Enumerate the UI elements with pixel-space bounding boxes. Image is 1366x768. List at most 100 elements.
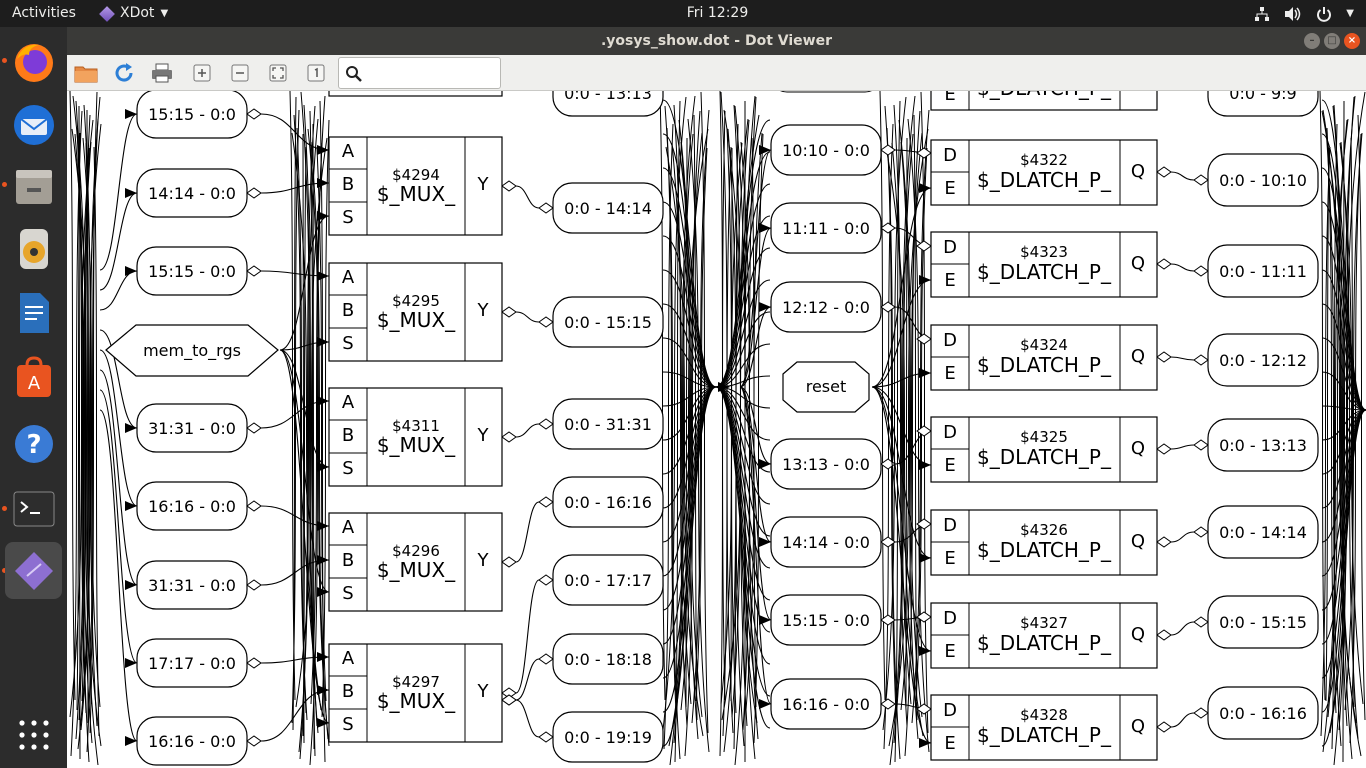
zoom-100-button[interactable] <box>303 61 329 85</box>
input-port-mem-to-rgs[interactable]: mem_to_rgs <box>105 324 279 377</box>
close-button[interactable]: × <box>1344 33 1360 49</box>
edge-arrowhead <box>317 271 329 281</box>
latch-output-label[interactable]: 0:0 - 16:16 <box>1207 686 1319 740</box>
left-bit-label[interactable]: 17:17 - 0:0 <box>136 638 248 688</box>
graph-canvas[interactable]: 15:15 - 0:0 14:14 - 0:0 15:15 - 0:0 31:31 -… <box>67 91 1366 768</box>
mux-cell[interactable]: ABS$4297$_MUX_ Y <box>328 643 503 743</box>
mid-label-partial[interactable] <box>771 91 881 93</box>
latch-cell[interactable]: DE $4325$_DLATCH_P_ Q <box>930 416 1158 483</box>
open-button[interactable] <box>73 61 99 85</box>
mid-bit-label[interactable]: 13:13 - 0:0 <box>770 438 882 490</box>
edge-diamond <box>501 694 517 706</box>
mux-output-label[interactable]: 0:0 - 19:19 <box>552 711 664 763</box>
latch-cell[interactable]: DE $4327$_DLATCH_P_ Q <box>930 602 1158 669</box>
zoom-out-button[interactable] <box>227 61 253 85</box>
latch-cell[interactable]: DE $4323$_DLATCH_P_ Q <box>930 231 1158 298</box>
libreoffice-writer-icon[interactable] <box>5 284 62 341</box>
latch-output-label[interactable]: 0:0 - 13:13 <box>1207 418 1319 472</box>
left-bit-label[interactable]: 16:16 - 0:0 <box>136 716 248 766</box>
help-icon[interactable]: ? <box>5 415 62 472</box>
mid-bit-label[interactable]: 16:16 - 0:0 <box>770 678 882 730</box>
mux-output-label[interactable]: 0:0 - 15:15 <box>552 296 664 348</box>
graph-edge <box>1170 263 1195 272</box>
mux-cell[interactable]: ABS$4295$_MUX_ Y <box>328 262 503 362</box>
mux-cell[interactable]: ABS$4311$_MUX_ Y <box>328 387 503 487</box>
latch-cell-partial[interactable]: E $_DLATCH_P_ <box>930 91 1158 111</box>
system-tray[interactable]: ▼ <box>1254 0 1354 27</box>
left-bit-label-text: 14:14 - 0:0 <box>148 184 236 203</box>
edge-diamond <box>538 653 554 665</box>
latch-port-e: E <box>944 178 955 199</box>
latch-output-label[interactable]: 0:0 - 10:10 <box>1207 153 1319 207</box>
firefox-icon[interactable] <box>5 33 62 90</box>
mux-cell[interactable]: ABS$4296$_MUX_ Y <box>328 512 503 612</box>
latch-output-label[interactable]: 0:0 - 14:14 <box>1207 505 1319 559</box>
mux-output-label[interactable]: 0:0 - 31:31 <box>552 398 664 450</box>
search-input[interactable] <box>365 62 495 84</box>
graph-edge <box>99 270 138 311</box>
edge-arrowhead <box>759 459 771 469</box>
latch-output-label[interactable]: 0:0 - 11:11 <box>1207 244 1319 298</box>
clock[interactable]: Fri 12:29 <box>0 0 1366 27</box>
yosys-netlist-graph[interactable]: 15:15 - 0:0 14:14 - 0:0 15:15 - 0:0 31:31 -… <box>67 91 1366 768</box>
latch-output-label[interactable]: 0:0 - 12:12 <box>1207 333 1319 387</box>
edge-diamond <box>246 579 262 591</box>
left-bit-label[interactable]: 14:14 - 0:0 <box>136 168 248 218</box>
latch-output-label-partial[interactable]: 0:0 - 9:9 <box>1207 91 1319 117</box>
input-port-reset[interactable]: reset <box>782 361 870 413</box>
left-bit-label[interactable]: 15:15 - 0:0 <box>136 246 248 296</box>
mux-output-label-partial[interactable]: 0:0 - 13:13 <box>552 91 664 117</box>
show-apps-icon[interactable] <box>5 706 62 763</box>
files-icon[interactable] <box>5 158 62 215</box>
edge-arrowhead <box>125 501 137 511</box>
mid-bit-label[interactable]: 11:11 - 0:0 <box>770 202 882 254</box>
left-bit-label[interactable]: 31:31 - 0:0 <box>136 560 248 610</box>
thunderbird-icon[interactable] <box>5 96 62 153</box>
mid-bit-label[interactable]: 12:12 - 0:0 <box>770 281 882 333</box>
left-bit-label[interactable]: 16:16 - 0:0 <box>136 481 248 531</box>
xdot-icon[interactable] <box>5 542 62 599</box>
zoom-in-button[interactable] <box>189 61 215 85</box>
latch-port-q: Q <box>1131 531 1145 552</box>
latch-cell-type: $_DLATCH_P_ <box>977 631 1112 655</box>
latch-cell[interactable]: DE $4324$_DLATCH_P_ Q <box>930 324 1158 391</box>
edge-arrowhead <box>317 337 329 347</box>
zoom-fit-button[interactable] <box>265 61 291 85</box>
mid-bit-label[interactable]: 14:14 - 0:0 <box>770 516 882 568</box>
search-box[interactable] <box>338 57 501 89</box>
edge-diamond <box>880 222 896 234</box>
latch-cell-type: $_DLATCH_P_ <box>977 260 1112 284</box>
software-center-icon[interactable]: A <box>5 349 62 406</box>
window-titlebar[interactable]: .yosys_show.dot - Dot Viewer – □ × <box>67 27 1366 55</box>
graph-nodes: 15:15 - 0:0 14:14 - 0:0 15:15 - 0:0 31:31 -… <box>105 91 1319 766</box>
terminal-icon[interactable] <box>5 480 62 537</box>
reload-button[interactable] <box>111 61 137 85</box>
left-bit-label[interactable]: 15:15 - 0:0 <box>136 91 248 139</box>
mux-port-y: Y <box>477 300 490 321</box>
mux-cell-partial[interactable] <box>328 91 503 97</box>
left-bit-label[interactable]: 31:31 - 0:0 <box>136 403 248 453</box>
mid-bit-label[interactable]: 10:10 - 0:0 <box>770 124 882 176</box>
reset-port-label: reset <box>806 377 847 396</box>
mux-output-label[interactable]: 0:0 - 14:14 <box>552 182 664 234</box>
mux-port-y: Y <box>477 425 490 446</box>
latch-cell[interactable]: DE $4328$_DLATCH_P_ Q <box>930 694 1158 761</box>
latch-cell[interactable]: DE $4322$_DLATCH_P_ Q <box>930 139 1158 206</box>
mux-cell[interactable]: ABS$4294$_MUX_ Y <box>328 136 503 236</box>
mid-bit-label[interactable]: 15:15 - 0:0 <box>770 594 882 646</box>
mux-output-label[interactable]: 0:0 - 17:17 <box>552 554 664 606</box>
edge-diamond <box>1193 354 1209 366</box>
latch-cell[interactable]: DE $4326$_DLATCH_P_ Q <box>930 509 1158 576</box>
latch-output-label[interactable]: 0:0 - 15:15 <box>1207 595 1319 649</box>
maximize-button[interactable]: □ <box>1324 33 1340 49</box>
print-button[interactable] <box>149 61 175 85</box>
mux-output-label[interactable]: 0:0 - 16:16 <box>552 476 664 528</box>
mux-output-label[interactable]: 0:0 - 18:18 <box>552 633 664 685</box>
rhythmbox-icon[interactable] <box>5 220 62 277</box>
latch-port-e: E <box>944 270 955 291</box>
minimize-button[interactable]: – <box>1304 33 1320 49</box>
chevron-down-icon: ▼ <box>1346 8 1354 19</box>
search-icon <box>346 66 362 82</box>
graph-edge <box>715 279 771 388</box>
edge-diamond <box>538 418 554 430</box>
